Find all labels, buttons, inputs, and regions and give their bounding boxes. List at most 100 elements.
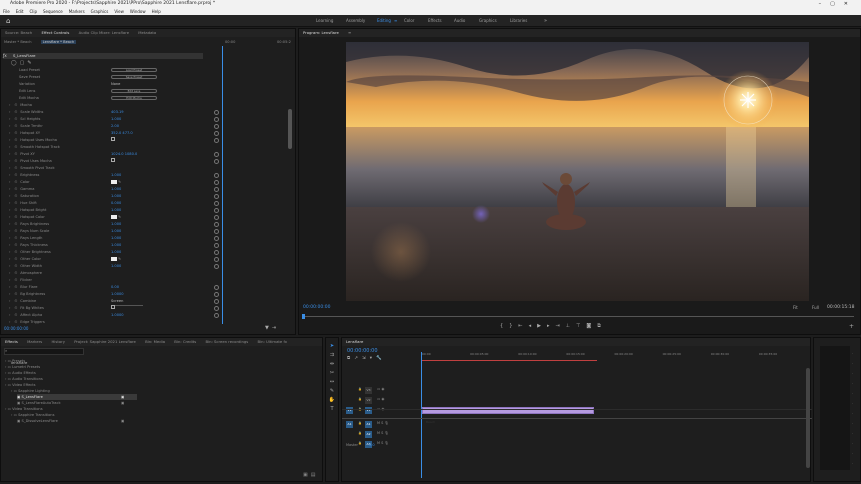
tab-bin-media[interactable]: Bin: Media (141, 338, 169, 346)
mask-tools[interactable]: ◯▢✎ (11, 60, 35, 66)
param-value[interactable]: 1.000 (111, 228, 121, 235)
tab-metadata[interactable]: Metadata (134, 29, 160, 37)
tab-program[interactable]: Program: Lensflare (299, 29, 343, 37)
menu-edit[interactable]: Edit (16, 8, 24, 15)
timeline-timecode[interactable]: 00:00:00:00 (347, 348, 378, 354)
timeline-tools[interactable]: ⧉↗⇲▾🔧 (347, 355, 386, 361)
reset-icon[interactable] (214, 110, 219, 115)
edit-mocha-button[interactable]: Edit Mocha (111, 96, 157, 100)
workspace-effects[interactable]: Effects (428, 15, 442, 27)
export-frame-icon[interactable]: ◙ (586, 323, 597, 329)
reset-icon[interactable] (214, 159, 219, 164)
track-target[interactable]: V2 (365, 397, 372, 404)
reset-icon[interactable] (214, 299, 219, 304)
reset-icon[interactable] (214, 236, 219, 241)
reset-icon[interactable] (214, 117, 219, 122)
param-value[interactable]: 1.0000 (111, 312, 124, 319)
tab-markers[interactable]: Markers (23, 338, 46, 346)
workspace-audio[interactable]: Audio (454, 15, 465, 27)
param-checkbox[interactable] (111, 137, 115, 144)
param-value[interactable]: 2.00 (111, 123, 119, 130)
extract-icon[interactable]: ⊤ (576, 323, 586, 329)
compare-icon[interactable]: ⧉ (597, 323, 607, 329)
param-checkbox[interactable] (111, 158, 115, 165)
mute-solo-icon[interactable]: M S 🎙 (377, 431, 389, 435)
reset-icon[interactable] (214, 215, 219, 220)
program-timecode[interactable]: 00:00:00:00 (303, 305, 330, 310)
reset-icon[interactable] (214, 208, 219, 213)
tab-history[interactable]: History (47, 338, 69, 346)
mark-out-icon[interactable]: } (509, 323, 518, 329)
lock-icon[interactable]: 🔒 (358, 397, 362, 401)
reset-icon[interactable] (214, 131, 219, 136)
type-tool-icon[interactable]: T (326, 405, 338, 414)
reset-icon[interactable] (214, 257, 219, 262)
lock-icon[interactable]: 🔒 (358, 421, 362, 425)
param-value[interactable]: 1.000 (111, 116, 121, 123)
workspace-graphics[interactable]: Graphics (479, 15, 497, 27)
filter-icon[interactable]: ▼⇥ (265, 325, 279, 331)
reset-icon[interactable] (214, 152, 219, 157)
effects-search-input[interactable]: lensflare (4, 348, 84, 365)
reset-icon[interactable] (214, 264, 219, 269)
source-patch-a[interactable]: A1 (346, 421, 353, 428)
ec-scrollbar[interactable] (288, 109, 292, 149)
menu-markers[interactable]: Markers (69, 8, 85, 15)
param-value[interactable]: 1.000 (111, 186, 121, 193)
ec-playhead[interactable] (222, 46, 223, 324)
param-value[interactable]: Screen (111, 298, 144, 306)
lock-icon[interactable]: 🔒 (358, 387, 362, 391)
tab-bin-ultimate[interactable]: Bin: Ultimate fx (253, 338, 291, 346)
selection-tool-icon[interactable]: ➤ (326, 342, 338, 351)
track-select-tool-icon[interactable]: ⇉ (326, 351, 338, 360)
reset-icon[interactable] (214, 285, 219, 290)
menu-view[interactable]: View (114, 8, 124, 15)
effects-tree-item[interactable]: ▣ S_DissolveLensFlare ▣ (17, 418, 124, 424)
lift-icon[interactable]: ⊥ (566, 323, 576, 329)
param-value[interactable]: 1024.0 1080.0 (111, 151, 137, 158)
param-value[interactable]: 1.000 (111, 172, 121, 179)
reset-icon[interactable] (214, 124, 219, 129)
zoom-select[interactable]: Fit (793, 305, 798, 310)
tab-audio-clip-mixer[interactable]: Audio Clip Mixer: Lensflare (75, 29, 133, 37)
param-value[interactable]: 1.000 (111, 242, 121, 249)
pen-tool-icon[interactable]: ✎ (326, 387, 338, 396)
sequence-clip-label[interactable]: Lensflare * Beach (40, 40, 77, 44)
eye-icon[interactable]: ▭ ◉ (377, 387, 384, 391)
tab-source[interactable]: Source: Beach (1, 29, 36, 37)
razor-tool-icon[interactable]: ✂ (326, 369, 338, 378)
ripple-edit-tool-icon[interactable]: ⇹ (326, 360, 338, 369)
tab-timeline-lensflare[interactable]: Lensflare (342, 338, 367, 346)
workspace-menu-icon[interactable]: ≡ (394, 15, 397, 27)
reset-icon[interactable] (214, 180, 219, 185)
param-value[interactable]: 1.000 (111, 193, 121, 200)
workspace-editing[interactable]: Editing (377, 15, 391, 27)
reset-icon[interactable] (214, 292, 219, 297)
go-to-out-icon[interactable]: ⇥ (555, 323, 565, 329)
tab-effect-controls[interactable]: Effect Controls (38, 29, 74, 37)
workspace-learning[interactable]: Learning (316, 15, 333, 27)
mute-solo-icon[interactable]: M S 🎙 (377, 441, 389, 445)
param-checkbox[interactable] (111, 305, 115, 312)
program-playhead[interactable] (302, 314, 305, 319)
save-preset-button[interactable]: Save Preset (111, 75, 157, 79)
track-target[interactable]: V3 (365, 387, 372, 394)
track-target[interactable]: A1 (365, 421, 372, 428)
go-to-in-icon[interactable]: ⇤ (518, 323, 528, 329)
home-icon[interactable]: ⌂ (6, 17, 10, 25)
timeline-playhead[interactable] (421, 352, 422, 478)
menu-graphics[interactable]: Graphics (91, 8, 109, 15)
param-value[interactable]: 0.000 (111, 200, 121, 207)
track-target[interactable]: A2 (365, 431, 372, 438)
param-value[interactable]: 0.00 (111, 284, 119, 291)
load-preset-button[interactable]: Load Preset (111, 68, 157, 72)
reset-icon[interactable] (214, 306, 219, 311)
color-swatch[interactable]: ✎ (111, 256, 121, 263)
mark-in-icon[interactable]: { (500, 323, 509, 329)
master-volume[interactable]: 0.0 (369, 443, 375, 447)
tab-effects[interactable]: Effects (1, 338, 22, 346)
reset-icon[interactable] (214, 313, 219, 318)
program-video-frame[interactable] (346, 42, 809, 301)
menu-sequence[interactable]: Sequence (43, 8, 63, 15)
play-icon[interactable]: ▶ (537, 323, 547, 329)
